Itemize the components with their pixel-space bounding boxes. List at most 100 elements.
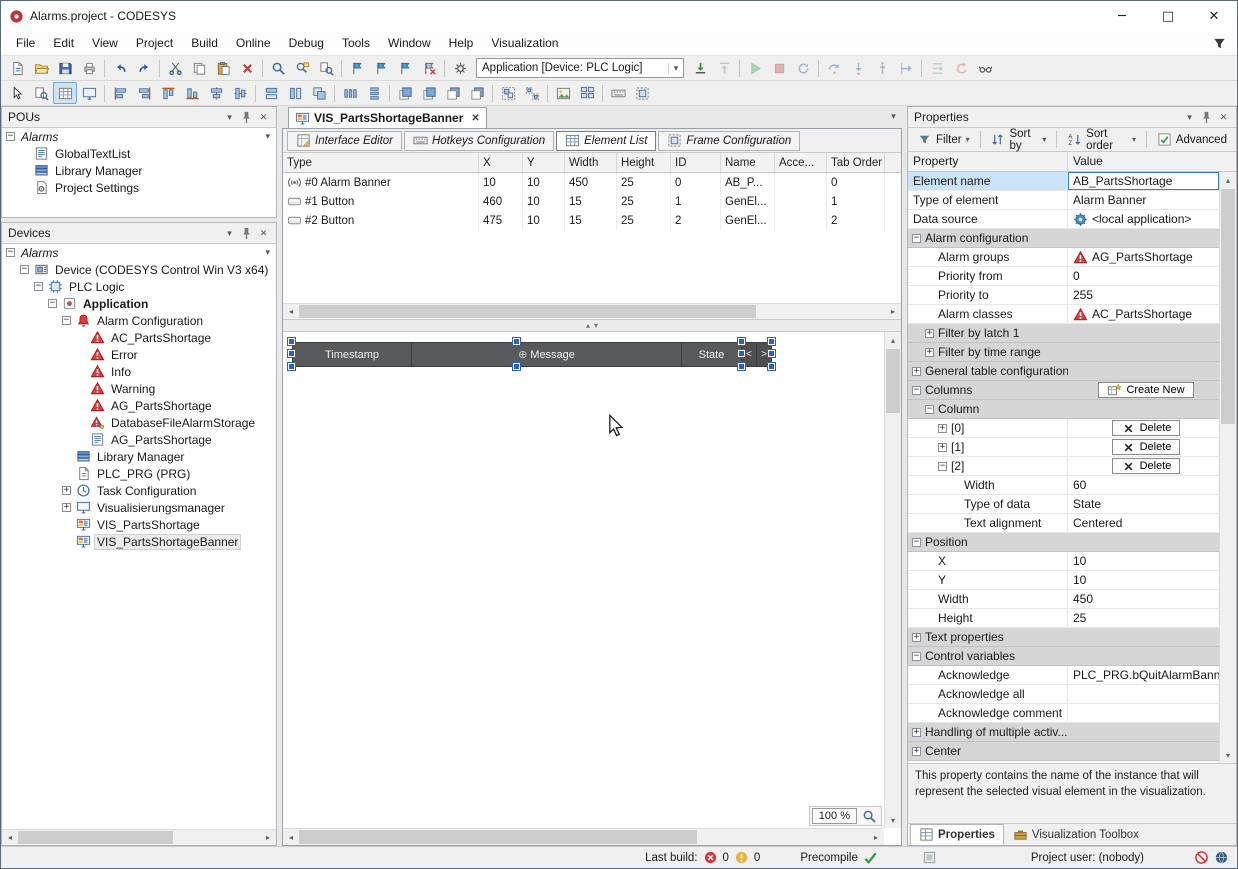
- tree-item-task-configuration[interactable]: +Task Configuration: [2, 482, 276, 499]
- property-group-alarm-configuration[interactable]: −Alarm configuration: [908, 229, 1219, 248]
- property-group-filter-by-time-range[interactable]: +Filter by time range: [908, 343, 1219, 362]
- column-header-y[interactable]: Y: [523, 153, 565, 172]
- canvas-horizontal-scrollbar[interactable]: ◂ ▸: [283, 828, 884, 845]
- tree-item-project-settings[interactable]: Project Settings: [2, 179, 276, 196]
- send-one-backward-button[interactable]: [441, 82, 465, 104]
- ungroup-elements-button[interactable]: [520, 82, 544, 104]
- align-center-vertical-button[interactable]: [228, 82, 252, 104]
- tree-item-ag-partsshortage[interactable]: AG_PartsShortage: [2, 397, 276, 414]
- property-value-cell[interactable]: [1068, 400, 1219, 418]
- activate-keyboard-usage-button[interactable]: [606, 82, 630, 104]
- tree-item-warning[interactable]: Warning: [2, 380, 276, 397]
- property-row-width[interactable]: Width450: [908, 590, 1219, 609]
- tree-item-databasefilealarmstorage[interactable]: DatabaseFileAlarmStorage: [2, 414, 276, 431]
- align-right-button[interactable]: [132, 82, 156, 104]
- property-row-type-of-data[interactable]: Type of dataState: [908, 495, 1219, 514]
- property-value-cell[interactable]: Create New: [1068, 381, 1219, 399]
- banner-column-state[interactable]: State: [682, 342, 742, 367]
- tree-item-info[interactable]: Info: [2, 363, 276, 380]
- tree-item-library-manager[interactable]: Library Manager: [2, 162, 276, 179]
- close-icon[interactable]: ✕: [255, 109, 272, 126]
- bring-one-forward-button[interactable]: [417, 82, 441, 104]
- property-row-alarm-groups[interactable]: Alarm groupsAG_PartsShortage: [908, 248, 1219, 267]
- property-row-2[interactable]: −[2]Delete: [908, 457, 1219, 476]
- profile-icon[interactable]: [922, 850, 937, 865]
- column-header-tab-order[interactable]: Tab Order: [827, 153, 885, 172]
- step-over-button[interactable]: [822, 57, 846, 79]
- selection-handle[interactable]: [738, 350, 745, 357]
- property-row-0[interactable]: +[0]Delete: [908, 419, 1219, 438]
- property-value-cell[interactable]: 450: [1068, 590, 1219, 608]
- property-value-cell[interactable]: [1068, 742, 1219, 760]
- selection-handle[interactable]: [513, 338, 520, 345]
- bottom-tab-properties[interactable]: Properties: [910, 824, 1004, 845]
- property-value-cell[interactable]: AC_PartsShortage: [1068, 305, 1219, 323]
- delete-button[interactable]: Delete: [1112, 439, 1181, 455]
- tree-item-alarms[interactable]: −Alarms▾: [2, 128, 276, 145]
- devices-horizontal-scrollbar[interactable]: ◂ ▸: [2, 829, 276, 845]
- tree-root-dropdown-icon[interactable]: ▾: [265, 247, 270, 258]
- property-expander-expand[interactable]: +: [938, 424, 947, 433]
- active-application-combobox[interactable]: Application [Device: PLC Logic]▾: [476, 58, 684, 78]
- property-group-filter-by-latch-1[interactable]: +Filter by latch 1: [908, 324, 1219, 343]
- build-button[interactable]: [448, 57, 472, 79]
- property-row-acknowledge-comment[interactable]: Acknowledge comment: [908, 704, 1219, 723]
- panel-menu-icon[interactable]: ▾: [1181, 109, 1198, 126]
- bottom-tab-visualization-toolbox[interactable]: Visualization Toolbox: [1004, 824, 1148, 845]
- property-expander-expand[interactable]: +: [938, 443, 947, 452]
- zoom-level[interactable]: 100 %: [812, 808, 857, 824]
- panel-menu-icon[interactable]: ▾: [221, 109, 238, 126]
- property-group-columns[interactable]: −ColumnsCreate New: [908, 381, 1219, 400]
- property-row-y[interactable]: Y10: [908, 571, 1219, 590]
- properties-vertical-scrollbar[interactable]: ▴ ▾: [1219, 172, 1236, 763]
- find-all-references-button[interactable]: [314, 57, 338, 79]
- property-group-position[interactable]: −Position: [908, 533, 1219, 552]
- tree-item-vis-partsshortage[interactable]: VIS_PartsShortage: [2, 516, 276, 533]
- close-icon[interactable]: ✕: [255, 225, 272, 242]
- zoom-menu-icon[interactable]: [859, 805, 879, 827]
- make-same-size-button[interactable]: [307, 82, 331, 104]
- flow-control-button[interactable]: [925, 57, 949, 79]
- sort-order-button[interactable]: AZSort order▾: [1062, 125, 1141, 155]
- property-value-cell[interactable]: [1068, 533, 1219, 551]
- property-value-cell[interactable]: PLC_PRG.bQuitAlarmBanner: [1068, 666, 1219, 684]
- property-value-cell[interactable]: 255: [1068, 286, 1219, 304]
- scroll-left-icon[interactable]: ◂: [283, 304, 299, 319]
- tree-item-application[interactable]: −Application: [2, 295, 276, 312]
- property-row-element-name[interactable]: Element nameAB_PartsShortage: [908, 172, 1219, 191]
- property-row-priority-to[interactable]: Priority to255: [908, 286, 1219, 305]
- save-project-button[interactable]: [53, 57, 77, 79]
- property-row-acknowledge[interactable]: AcknowledgePLC_PRG.bQuitAlarmBanner: [908, 666, 1219, 685]
- watch-button[interactable]: [973, 57, 997, 79]
- cut-button[interactable]: [163, 57, 187, 79]
- property-expander-collapse[interactable]: −: [912, 234, 921, 243]
- tree-expander-collapse[interactable]: −: [34, 282, 43, 291]
- find-button[interactable]: [266, 57, 290, 79]
- property-expander-collapse[interactable]: −: [938, 462, 947, 471]
- align-bottom-button[interactable]: [180, 82, 204, 104]
- menu-item-tools[interactable]: Tools: [333, 33, 379, 53]
- send-to-back-button[interactable]: [465, 82, 489, 104]
- scroll-left-icon[interactable]: ◂: [283, 829, 299, 845]
- editor-splitter[interactable]: ▴▾: [283, 319, 901, 332]
- align-left-button[interactable]: [108, 82, 132, 104]
- maximize-button[interactable]: □: [1145, 1, 1191, 31]
- property-value-cell[interactable]: State: [1068, 495, 1219, 513]
- tab-element-list[interactable]: Element List: [556, 131, 656, 151]
- tree-item-globaltextlist[interactable]: GlobalTextList: [2, 145, 276, 162]
- tree-item-alarms[interactable]: −Alarms▾: [2, 244, 276, 261]
- logout-button[interactable]: [712, 57, 736, 79]
- selection-handle[interactable]: [768, 338, 775, 345]
- property-group-column[interactable]: −Column: [908, 400, 1219, 419]
- scroll-up-icon[interactable]: ▴: [1220, 172, 1236, 188]
- move-handle-icon[interactable]: ⊕: [518, 348, 527, 361]
- property-group-handling-of-multiple-activ[interactable]: +Handling of multiple activ...: [908, 723, 1219, 742]
- property-expander-collapse[interactable]: −: [925, 405, 934, 414]
- scroll-right-icon[interactable]: ▸: [885, 304, 901, 319]
- property-value-cell[interactable]: <local application>: [1068, 210, 1219, 228]
- step-into-button[interactable]: [846, 57, 870, 79]
- replace-button[interactable]: [290, 57, 314, 79]
- property-row-text-alignment[interactable]: Text alignmentCentered: [908, 514, 1219, 533]
- tree-expander-expand[interactable]: +: [62, 486, 71, 495]
- tree-expander-collapse[interactable]: −: [20, 265, 29, 274]
